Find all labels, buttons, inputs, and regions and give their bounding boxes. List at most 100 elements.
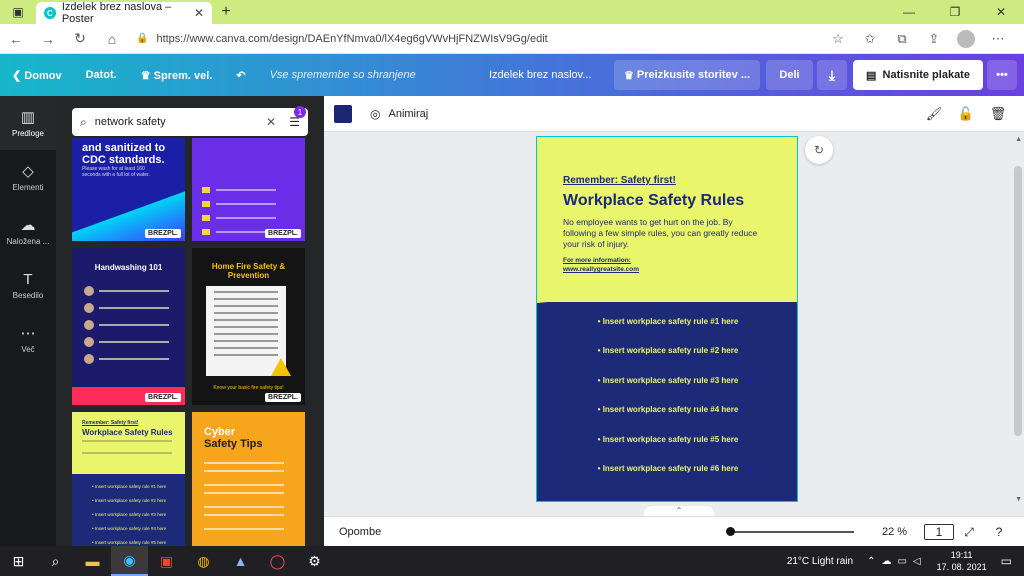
download-icon[interactable]: ⤓ — [817, 60, 847, 90]
scroll-down-icon[interactable]: ▼ — [1015, 496, 1022, 503]
help-icon[interactable]: ? — [984, 525, 1014, 539]
editor-area: ◎ Animiraj 🖌 🔓 🗑 Remember: Safety first!… — [324, 96, 1024, 546]
zoom-slider[interactable] — [730, 531, 854, 533]
print-posters-button[interactable]: ▤ Natisnite plakate — [853, 60, 983, 90]
restore-icon[interactable]: ❐ — [932, 0, 978, 24]
share-button[interactable]: Deli — [766, 60, 813, 90]
rail-elements-label: Elementi — [12, 183, 44, 192]
new-tab-button[interactable]: + — [212, 3, 240, 21]
thumb-title-line2: Safety Tips — [204, 438, 263, 450]
try-pro-button[interactable]: ♛ Preizkusite storitev ... — [614, 60, 760, 90]
resize-button[interactable]: ♛ Sprem. vel. — [129, 69, 225, 82]
rail-text[interactable]: T Besedilo — [0, 258, 56, 312]
browser-tab[interactable]: C Izdelek brez naslova – Poster ✕ — [36, 1, 212, 25]
template-thumb-cdc[interactable]: and sanitized to CDC standards. Please w… — [72, 138, 185, 241]
thumb-step — [84, 286, 169, 296]
poster-canvas[interactable]: Remember: Safety first! Workplace Safety… — [536, 136, 798, 502]
thumb-step — [84, 303, 169, 313]
template-thumb-workplace-safety[interactable]: Remember: Safety first! Workplace Safety… — [72, 412, 185, 546]
scroll-up-icon[interactable]: ▲ — [1015, 136, 1022, 143]
template-thumb-purple-list[interactable]: BREZPL. — [192, 138, 305, 241]
home-button[interactable]: ❮ Domov — [0, 69, 74, 82]
elements-icon: ◇ — [22, 163, 34, 180]
rail-elements[interactable]: ◇ Elementi — [0, 150, 56, 204]
animate-button[interactable]: ◎ Animiraj — [370, 107, 428, 121]
more-icon: ⋯ — [20, 325, 36, 342]
copy-style-icon[interactable]: 🖌 — [918, 106, 950, 122]
undo-icon[interactable]: ↶ — [224, 69, 257, 82]
url-field[interactable]: 🔒 https://www.canva.com/design/DAEnYfNmv… — [136, 33, 548, 45]
fullscreen-icon[interactable]: ⤢ — [954, 525, 984, 540]
clock[interactable]: 19:11 17. 08. 2021 — [937, 549, 987, 573]
rail-uploads[interactable]: ☁ Naložena ... — [0, 204, 56, 258]
delete-icon[interactable]: 🗑 — [982, 106, 1014, 122]
file-menu[interactable]: Datot. — [74, 69, 129, 81]
poster-more-info[interactable]: For more information: www.reallygreatsit… — [563, 256, 639, 274]
system-tray: 21°C Light rain ⌃☁▭◁ 19:11 17. 08. 2021 … — [787, 546, 1024, 576]
settings-menu-icon[interactable]: ⋯ — [982, 31, 1014, 47]
clear-search-icon[interactable]: ✕ — [266, 115, 276, 129]
lock-icon[interactable]: 🔓 — [950, 106, 982, 122]
settings-icon[interactable]: ⚙ — [296, 546, 333, 576]
edge-browser-icon[interactable]: ◉ — [111, 546, 148, 576]
free-badge: BREZPL. — [145, 393, 181, 402]
thumb-step — [84, 320, 169, 330]
zoom-value[interactable]: 22 % — [882, 526, 907, 538]
poster-more-label: For more information: — [563, 257, 631, 264]
poster-rule-2[interactable]: • Insert workplace safety rule #2 here — [537, 346, 797, 355]
template-thumb-cyber-safety[interactable]: Cyber Safety Tips — [192, 412, 305, 546]
search-input[interactable]: network safety — [95, 116, 166, 128]
notifications-icon[interactable]: ▭ — [1001, 554, 1012, 568]
poster-description[interactable]: No employee wants to get hurt on the job… — [563, 217, 763, 250]
editor-bottom-bar: Opombe 22 % 1 ⤢ ? — [324, 516, 1024, 546]
close-tab-icon[interactable]: ✕ — [194, 6, 204, 20]
template-thumb-fire-safety[interactable]: Home Fire Safety & Prevention Know your … — [192, 248, 305, 405]
weather-widget[interactable]: 21°C Light rain — [787, 556, 853, 567]
zoom-slider-handle[interactable] — [726, 527, 735, 536]
notes-button[interactable]: Opombe — [339, 526, 381, 538]
window-menu-icon[interactable]: ▣ — [0, 0, 36, 24]
windows-start-icon[interactable]: ⊞ — [0, 546, 37, 576]
thumb-rule: • Insert workplace safety rule #1 here — [92, 484, 167, 489]
rail-more[interactable]: ⋯ Več — [0, 312, 56, 366]
back-icon[interactable]: ← — [0, 31, 32, 47]
lock-icon[interactable]: 🔒 — [136, 33, 148, 44]
tray-icons[interactable]: ⌃☁▭◁ — [867, 556, 927, 567]
poster-slant — [537, 279, 797, 303]
thumb-row — [202, 200, 292, 208]
profile-avatar[interactable] — [957, 30, 975, 48]
vertical-scrollbar[interactable] — [1014, 166, 1022, 436]
poster-remember[interactable]: Remember: Safety first! — [563, 175, 676, 186]
poster-rule-1[interactable]: • Insert workplace safety rule #1 here — [537, 317, 797, 326]
opera-icon[interactable]: ◯ — [259, 546, 296, 576]
favorite-add-icon[interactable]: ☆ — [822, 31, 854, 47]
poster-rule-5[interactable]: • Insert workplace safety rule #5 here — [537, 435, 797, 444]
poster-rule-6[interactable]: • Insert workplace safety rule #6 here — [537, 464, 797, 473]
poster-rule-3[interactable]: • Insert workplace safety rule #3 here — [537, 376, 797, 385]
refresh-design-icon[interactable]: ↻ — [805, 136, 833, 164]
free-badge: BREZPL. — [145, 229, 181, 238]
template-thumb-handwashing[interactable]: Handwashing 101 BREZPL. — [72, 248, 185, 405]
share-icon[interactable]: ⇪ — [918, 31, 950, 47]
design-title[interactable]: Izdelek brez naslov... — [489, 69, 592, 81]
rail-templates[interactable]: ▥ Predloge — [0, 96, 56, 150]
filter-count-badge: 1 — [294, 106, 306, 118]
favorites-icon[interactable]: ✩ — [854, 31, 886, 47]
close-window-icon[interactable]: ✕ — [978, 0, 1024, 24]
minimize-icon[interactable]: — — [886, 0, 932, 24]
poster-rule-4[interactable]: • Insert workplace safety rule #4 here — [537, 405, 797, 414]
rail-more-label: Več — [21, 345, 35, 354]
color-swatch[interactable] — [334, 104, 352, 123]
poster-title[interactable]: Workplace Safety Rules — [563, 192, 744, 210]
office-icon[interactable]: ▣ — [148, 546, 185, 576]
page-count-button[interactable]: 1 — [924, 524, 954, 540]
reload-icon[interactable]: ↻ — [64, 30, 96, 47]
forward-icon[interactable]: → — [32, 31, 64, 47]
search-icon[interactable]: ⌕ — [37, 546, 74, 576]
more-options-icon[interactable]: ••• — [987, 60, 1017, 90]
chrome-icon[interactable]: ◍ — [185, 546, 222, 576]
home-icon[interactable]: ⌂ — [96, 31, 128, 47]
collections-icon[interactable]: ⧉ — [886, 31, 918, 47]
file-explorer-icon[interactable]: ▬ — [74, 546, 111, 576]
app-icon[interactable]: ▲ — [222, 546, 259, 576]
